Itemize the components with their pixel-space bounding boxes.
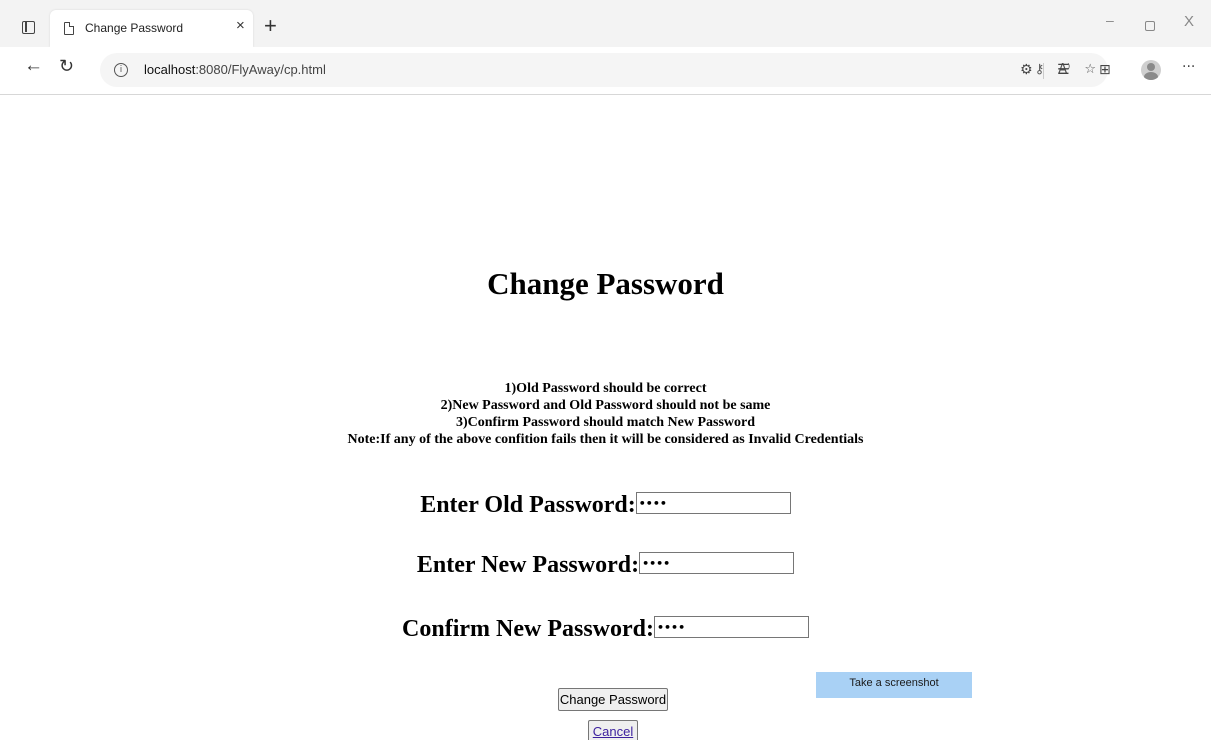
restore-icon[interactable] [1145, 21, 1155, 31]
old-password-label: Enter Old Password: [420, 492, 636, 518]
cancel-button[interactable]: Cancel [588, 720, 638, 740]
address-bar[interactable]: i localhost:8080/FlyAway/cp.html ⚷ A⁾ ☆ [100, 53, 1108, 87]
old-password-input[interactable] [635, 492, 791, 515]
rule-2: 2)New Password and Old Password should n… [440, 398, 771, 413]
info-icon[interactable]: i [114, 63, 128, 77]
change-password-button[interactable]: Change Password [558, 688, 668, 711]
screenshot-tooltip: Take a screenshot [816, 672, 972, 698]
confirm-password-label: Confirm New Password: [402, 616, 654, 642]
new-password-label: Enter New Password: [416, 552, 640, 578]
more-icon[interactable]: ··· [1182, 60, 1195, 74]
password-rules: 1)Old Password should be correct 2)New P… [0, 380, 1211, 448]
tab-change-password[interactable]: Change Password × [50, 10, 253, 47]
browser-toolbar: ← ↻ i localhost:8080/FlyAway/cp.html ⚷ A… [0, 47, 1211, 95]
rule-note: Note:If any of the above confition fails… [347, 432, 864, 447]
tab-title: Change Password [85, 21, 184, 35]
add-favorite-icon[interactable]: ☆ [1084, 61, 1096, 79]
old-password-row: Enter Old Password: [0, 492, 1211, 519]
rule-3: 3)Confirm Password should match New Pass… [455, 415, 756, 430]
reload-icon[interactable]: ↻ [59, 57, 74, 75]
tab-actions-icon[interactable] [22, 21, 35, 34]
tab-bar: Change Password × + – X [0, 0, 1211, 47]
favorites-icon[interactable]: ☰ [1057, 63, 1070, 77]
minimize-icon[interactable]: – [1106, 12, 1114, 28]
back-icon[interactable]: ← [24, 56, 43, 75]
page-icon [64, 21, 75, 35]
url-path: :8080/FlyAway/cp.html [195, 62, 326, 77]
tab-close-icon[interactable]: × [236, 18, 245, 33]
new-password-row: Enter New Password: [0, 552, 1211, 579]
profile-avatar[interactable] [1141, 60, 1161, 80]
url-text[interactable]: localhost:8080/FlyAway/cp.html [144, 62, 326, 77]
toolbar-separator [1043, 63, 1044, 79]
page-content: Change Password 1)Old Password should be… [0, 96, 1211, 740]
page-title: Change Password [487, 266, 724, 301]
url-host: localhost [144, 62, 196, 77]
window-close-icon[interactable]: X [1184, 14, 1194, 29]
cancel-link[interactable]: Cancel [593, 724, 633, 739]
confirm-password-row: Confirm New Password: [0, 616, 1211, 643]
collections-icon[interactable]: ⊞ [1099, 63, 1111, 77]
rule-1: 1)Old Password should be correct [504, 381, 707, 396]
confirm-password-input[interactable] [653, 616, 809, 639]
new-tab-icon[interactable]: + [264, 15, 277, 37]
new-password-input[interactable] [639, 552, 795, 575]
extensions-icon[interactable]: ⚙ [1020, 63, 1033, 77]
